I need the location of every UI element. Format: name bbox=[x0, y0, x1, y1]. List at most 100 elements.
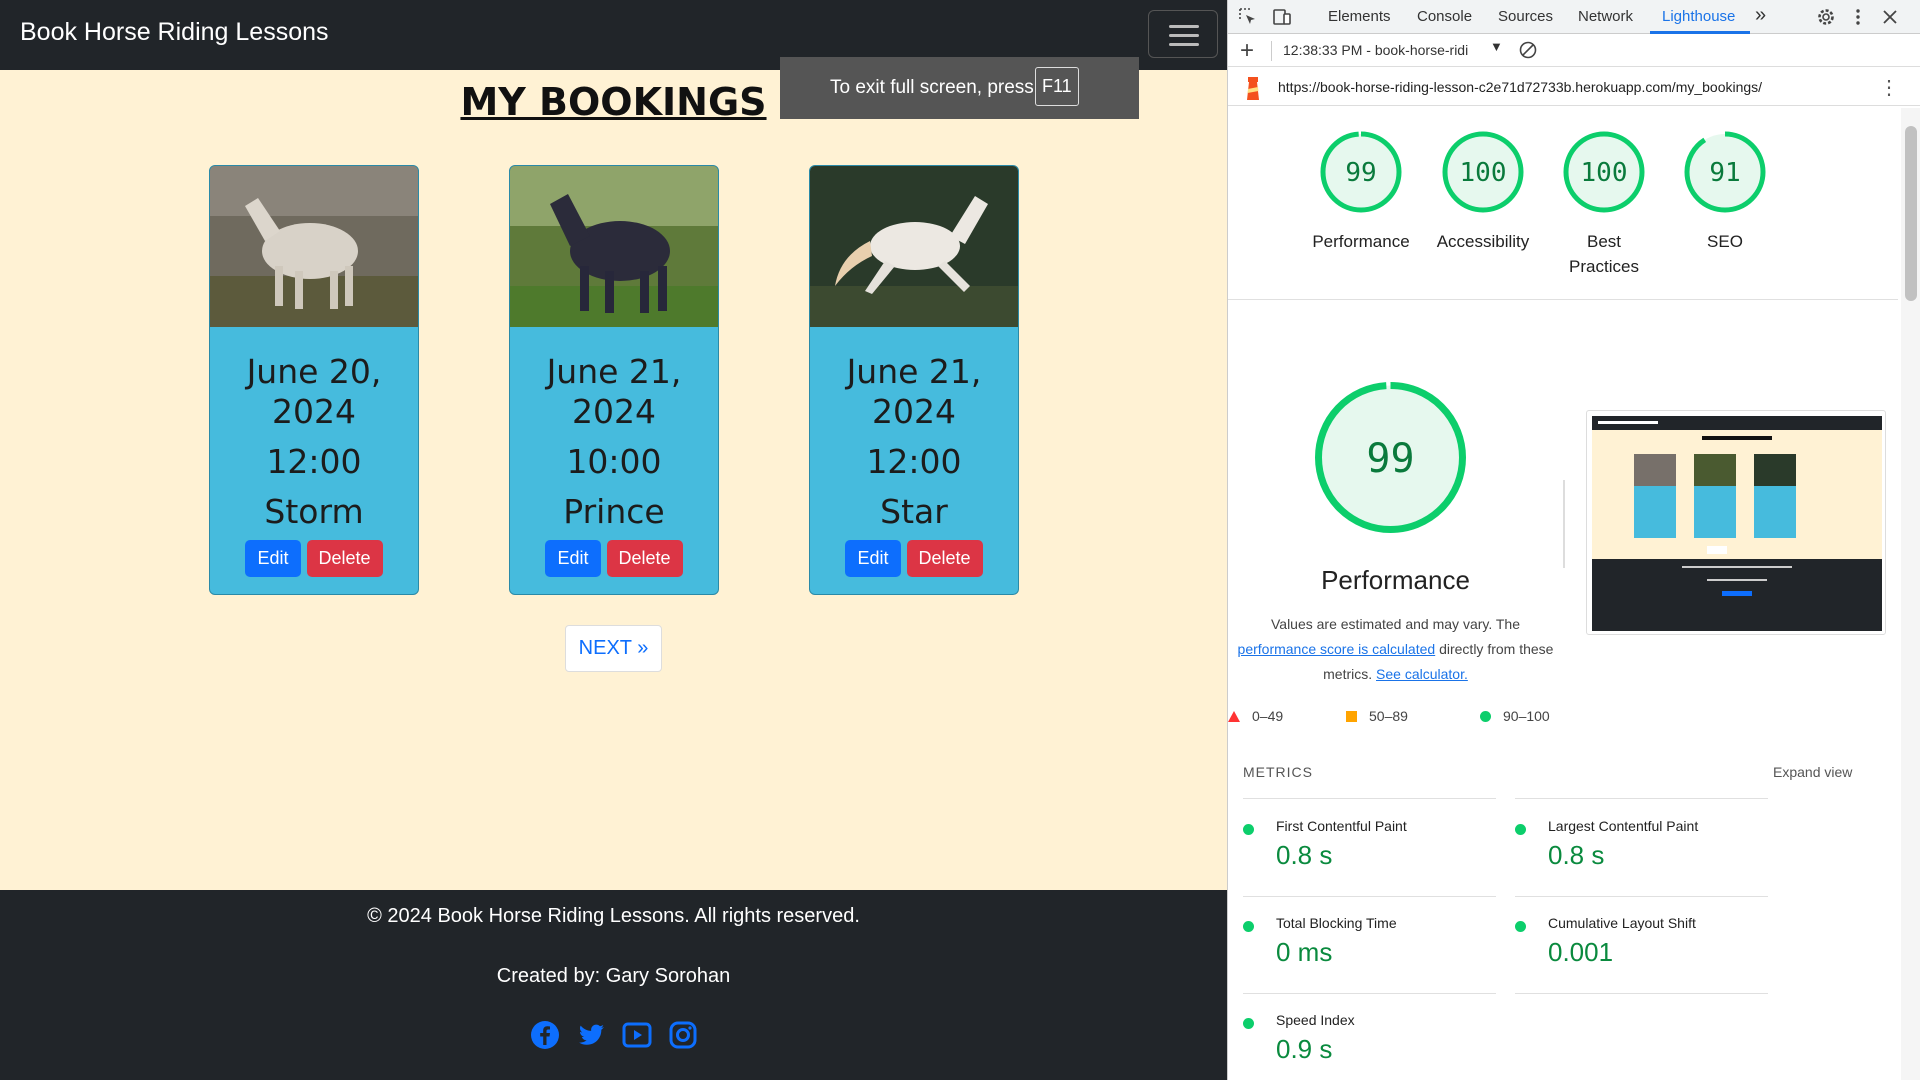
gauge-value: 91 bbox=[1709, 158, 1740, 188]
divider bbox=[1515, 798, 1768, 799]
report-menu-icon[interactable]: ⋮ bbox=[1879, 75, 1899, 100]
metric-value: 0.8 s bbox=[1548, 840, 1605, 870]
metric-name: First Contentful Paint bbox=[1276, 818, 1407, 834]
hamburger-line bbox=[1169, 34, 1199, 37]
delete-button[interactable]: Delete bbox=[906, 540, 983, 577]
fullscreen-notice: To exit full screen, press F11 bbox=[780, 57, 1139, 119]
navbar-toggler-button[interactable] bbox=[1148, 10, 1218, 58]
device-toolbar-icon[interactable] bbox=[1272, 7, 1292, 27]
performance-desc-text: metrics. bbox=[1323, 666, 1373, 682]
delete-button[interactable]: Delete bbox=[606, 540, 683, 577]
divider bbox=[1563, 480, 1565, 568]
expand-view-button[interactable]: Expand view bbox=[1773, 764, 1852, 780]
score-label: SEO bbox=[1707, 232, 1743, 251]
lighthouse-logo-icon bbox=[1242, 74, 1264, 100]
next-page-button[interactable]: NEXT » bbox=[565, 625, 662, 672]
metric-value: 0 ms bbox=[1276, 937, 1333, 967]
edit-button[interactable]: Edit bbox=[545, 540, 601, 577]
legend-label: 50–89 bbox=[1369, 708, 1408, 724]
legend-average: 50–89 bbox=[1346, 708, 1408, 724]
footer-credit: Created by: Gary Sorohan bbox=[496, 965, 731, 987]
gauge: 99 bbox=[1320, 131, 1402, 213]
more-tabs-icon[interactable]: » bbox=[1755, 4, 1766, 27]
performance-gauge-value: 99 bbox=[1366, 436, 1414, 482]
close-icon[interactable] bbox=[1880, 7, 1900, 27]
score-accessibility[interactable]: 100 Accessibility bbox=[1423, 130, 1543, 254]
score-summary: 99 Performance 100 Accessibility 100 Bes… bbox=[1228, 120, 1898, 300]
average-square-icon bbox=[1346, 710, 1357, 722]
footer-copyright: © 2024 Book Horse Riding Lessons. All ri… bbox=[367, 905, 860, 927]
tab-network[interactable]: Network bbox=[1578, 8, 1633, 25]
scrollbar-thumb[interactable] bbox=[1905, 126, 1917, 301]
divider bbox=[1515, 993, 1768, 994]
metric-value: 0.001 bbox=[1548, 937, 1614, 967]
tab-elements[interactable]: Elements bbox=[1328, 8, 1391, 25]
edit-button[interactable]: Edit bbox=[245, 540, 301, 577]
gauge: 100 bbox=[1563, 131, 1645, 213]
metric-name: Largest Contentful Paint bbox=[1548, 818, 1699, 834]
tab-lighthouse[interactable]: Lighthouse bbox=[1662, 8, 1735, 25]
legend-label: 0–49 bbox=[1252, 708, 1284, 724]
divider bbox=[1515, 896, 1768, 897]
tab-sources[interactable]: Sources bbox=[1498, 8, 1553, 25]
gauge-value: 100 bbox=[1460, 158, 1507, 188]
metric-value: 0.8 s bbox=[1276, 840, 1333, 870]
poor-triangle-icon bbox=[1228, 710, 1240, 722]
audited-url[interactable]: https://book-horse-riding-lesson-c2e71d7… bbox=[1278, 79, 1762, 95]
facebook-icon[interactable] bbox=[530, 1020, 560, 1050]
dropdown-arrow-icon[interactable]: ▼ bbox=[1490, 39, 1503, 54]
metrics-header: METRICS bbox=[1243, 764, 1313, 780]
fullscreen-key: F11 bbox=[1035, 67, 1079, 106]
metric-name: Total Blocking Time bbox=[1276, 915, 1397, 931]
kebab-menu-icon[interactable] bbox=[1848, 7, 1868, 27]
score-calculated-link[interactable]: performance score is calculated bbox=[1238, 641, 1436, 657]
see-calculator-link[interactable]: See calculator. bbox=[1376, 666, 1468, 682]
instagram-icon[interactable] bbox=[668, 1020, 698, 1050]
legend-poor: 0–49 bbox=[1228, 708, 1283, 724]
fullscreen-notice-text: To exit full screen, press bbox=[830, 77, 1034, 98]
metric-name: Speed Index bbox=[1276, 1012, 1355, 1028]
hamburger-line bbox=[1169, 25, 1199, 28]
booking-card: June 21, 2024 10:00 Prince Edit Delete bbox=[509, 165, 719, 595]
score-performance[interactable]: 99 Performance bbox=[1301, 130, 1421, 254]
clear-reports-icon[interactable] bbox=[1518, 40, 1538, 60]
performance-desc-text: Values are estimated and may vary. The bbox=[1270, 616, 1520, 632]
performance-gauge: 99 bbox=[1315, 382, 1466, 533]
report-selector[interactable]: 12:38:33 PM - book-horse-ridi bbox=[1283, 42, 1488, 58]
edit-button[interactable]: Edit bbox=[845, 540, 901, 577]
tab-console[interactable]: Console bbox=[1417, 8, 1472, 25]
gauge: 100 bbox=[1442, 131, 1524, 213]
report-scrollbar[interactable] bbox=[1901, 108, 1920, 1080]
gauge-value: 100 bbox=[1581, 158, 1628, 188]
booking-time: 10:00 bbox=[566, 442, 662, 481]
new-report-button[interactable]: + bbox=[1240, 37, 1254, 65]
booking-date: June 20, 2024 bbox=[246, 352, 382, 431]
horse-photo bbox=[210, 166, 418, 327]
settings-gear-icon[interactable] bbox=[1816, 7, 1836, 27]
good-circle-icon bbox=[1515, 824, 1526, 835]
youtube-icon[interactable] bbox=[622, 1020, 652, 1050]
delete-button[interactable]: Delete bbox=[306, 540, 383, 577]
devtools-panel: Elements Console Sources Network Lightho… bbox=[1227, 0, 1920, 1080]
score-seo[interactable]: 91 SEO bbox=[1665, 130, 1785, 254]
score-best-practices[interactable]: 100 Best Practices bbox=[1544, 130, 1664, 279]
booking-time: 12:00 bbox=[266, 442, 362, 481]
gauge: 91 bbox=[1684, 131, 1766, 213]
booking-card: June 20, 2024 12:00 Storm Edit Delete bbox=[209, 165, 419, 595]
divider bbox=[1243, 798, 1496, 799]
performance-description: Values are estimated and may vary. The p… bbox=[1228, 612, 1563, 687]
inspect-element-icon[interactable] bbox=[1238, 7, 1258, 27]
gauge-value: 99 bbox=[1345, 158, 1376, 188]
score-label: Best Practices bbox=[1569, 232, 1639, 276]
devtools-tabbar: Elements Console Sources Network Lightho… bbox=[1228, 0, 1920, 34]
screenshot-preview bbox=[1592, 416, 1882, 631]
score-label: Accessibility bbox=[1436, 232, 1530, 251]
final-screenshot-thumbnail[interactable] bbox=[1586, 410, 1886, 635]
metric-value: 0.9 s bbox=[1276, 1034, 1333, 1064]
divider bbox=[1243, 993, 1496, 994]
lighthouse-toolbar: + 12:38:33 PM - book-horse-ridi ▼ bbox=[1228, 35, 1920, 67]
legend-good: 90–100 bbox=[1480, 708, 1550, 724]
twitter-icon[interactable] bbox=[576, 1020, 606, 1050]
navbar-brand[interactable]: Book Horse Riding Lessons bbox=[20, 18, 329, 47]
booking-time: 12:00 bbox=[866, 442, 962, 481]
